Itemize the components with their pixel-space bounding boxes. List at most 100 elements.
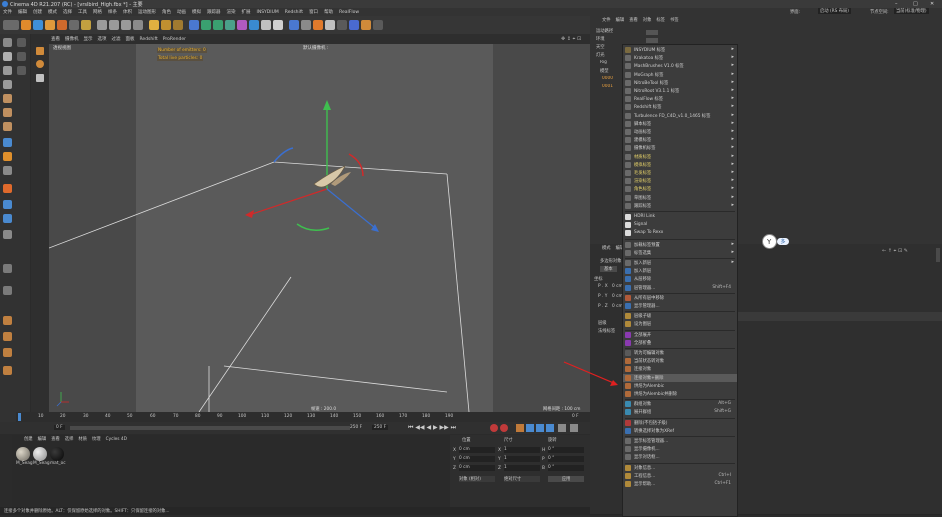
render-view-icon[interactable] [149,20,159,30]
menu-select[interactable]: 选择 [63,9,72,15]
workplane-icon[interactable] [3,80,12,89]
viewport-menu-redshift[interactable]: Redshift [140,37,158,42]
magnet-icon[interactable] [3,214,12,223]
settings-icon[interactable] [373,20,383,30]
viewport-menu-cameras[interactable]: 摄像机 [65,36,79,42]
frame-range-slider[interactable] [70,426,350,430]
menu-redshift[interactable]: Redshift [285,10,303,15]
autokey-icon[interactable] [500,424,508,432]
keyframe-icon[interactable] [516,424,524,432]
context-menu-item[interactable]: 草图标签 ▸ [623,194,737,202]
recent-tool-icon[interactable] [69,20,79,30]
cube-icon[interactable] [189,20,199,30]
menu-create[interactable]: 创建 [33,9,42,15]
context-menu-item[interactable]: 摄像机标签 ▸ [623,144,737,152]
context-menu-item[interactable]: 转换选择对象为XRef [623,427,737,435]
object-row[interactable]: 0000 [590,76,622,84]
context-menu-item[interactable]: 脚本标签 ▸ [623,120,737,128]
shading-icon[interactable] [325,20,335,30]
pos-z-field[interactable]: 0 cm [459,465,495,471]
snap-icon[interactable] [3,152,12,161]
context-menu-item[interactable]: 对象信息... [623,464,737,472]
context-menu-item[interactable]: 从层移除 [623,275,737,283]
object-row[interactable]: 0001 [590,84,622,92]
context-menu-item[interactable]: 全部折叠 [623,339,737,347]
menu-simulate[interactable]: 模拟 [192,9,201,15]
menu-insydium[interactable]: INSYDIUM [257,10,279,15]
context-menu-item[interactable]: 模拟标签 ▸ [623,161,737,169]
obj-menu-edit[interactable]: 编辑 [616,17,625,23]
joint-icon[interactable] [3,348,12,357]
context-menu-item[interactable]: 显示对话框... [623,453,737,461]
emitter-icon[interactable] [361,20,371,30]
coord-system-icon[interactable] [133,20,143,30]
size-x-field[interactable]: 1 [504,447,540,453]
viewport-menu-prorender[interactable]: ProRender [163,37,186,42]
playback-buttons[interactable]: ⏮ ◀◀ ◀ ▶ ▶▶ ⏭ [408,424,456,432]
layout-dropdown[interactable]: 启动 (RS 布局) [818,8,851,14]
attr-tab-basic[interactable]: 基本 [600,266,617,272]
menu-tracker[interactable]: 跟踪器 [207,9,221,15]
transform-icon[interactable] [81,20,91,30]
context-menu-item[interactable]: 删除(不包括子级) [623,419,737,427]
sculpt-icon[interactable] [3,200,12,209]
context-menu-item[interactable]: Signal [623,221,737,229]
range-end-field[interactable]: 250 F [350,425,362,430]
close-button[interactable]: ✕ [930,1,934,7]
mat-menu-edit[interactable]: 编辑 [38,436,47,442]
keyframe-rot-icon[interactable] [546,424,554,432]
mat-menu-view[interactable]: 查看 [51,436,60,442]
viewport-menu-panel[interactable]: 面板 [126,36,135,42]
mat-menu-select[interactable]: 选择 [65,436,74,442]
object-tag-icon[interactable] [646,30,658,35]
points-mode-icon[interactable] [3,94,12,103]
rot-b-field[interactable]: 0 ° [548,465,584,471]
material-item[interactable]: M_Seag [33,447,50,466]
left-tool-b1-icon[interactable] [17,38,26,47]
light-icon[interactable] [273,20,283,30]
ik-icon[interactable] [3,366,12,375]
size-y-field[interactable]: 1 [504,456,540,462]
object-row[interactable]: 运动路径 [590,28,622,36]
y-axis-icon[interactable] [109,20,119,30]
material-item[interactable]: mat_oc [50,447,66,466]
pyro-icon[interactable] [313,20,323,30]
viewport-nav-icons[interactable]: ✥ ↕ ⌖ ⊡ [561,36,581,42]
menu-character[interactable]: 角色 [162,9,171,15]
current-frame-field[interactable]: 0 F [54,425,65,430]
context-menu-item[interactable]: 加入新层 ▸ [623,259,737,267]
context-menu-item[interactable]: 展开群组 Shift+G [623,408,737,416]
x-axis-icon[interactable] [97,20,107,30]
timeline-settings-icon[interactable] [558,424,566,432]
axis-icon[interactable] [3,166,12,175]
menu-mograph[interactable]: 运动图形 [138,9,156,15]
brush-icon[interactable] [3,184,12,193]
rot-p-field[interactable]: 0 ° [548,456,584,462]
context-menu-item[interactable]: 加入新层 [623,267,737,275]
size-mode-dropdown[interactable]: 绝对尺寸 [504,476,540,482]
viewport-menu-filter[interactable]: 过滤 [112,36,121,42]
maximize-button[interactable]: □ [913,1,918,7]
context-menu-item[interactable]: Krakatoa 标签 ▸ [623,54,737,62]
extrude-icon[interactable] [3,264,12,273]
menu-mesh[interactable]: 网格 [93,9,102,15]
left-tool-b3-icon[interactable] [17,66,26,75]
viewport[interactable]: 透视视图 默认摄像机 : Number of emitters: 0 Total… [49,44,590,412]
pos-y-field[interactable]: 0 cm [459,456,495,462]
context-menu-item[interactable]: 显示管理器... [623,302,737,310]
menu-animation[interactable]: 动画 [177,9,186,15]
menu-realflow[interactable]: RealFlow [339,10,359,15]
context-menu-item[interactable]: 加载标签预置 ▸ [623,241,737,249]
attr-section-normals[interactable]: 法线标签 [598,328,615,334]
attr-section-hierarchy[interactable]: 层级 [598,320,607,326]
keyframe-scale-icon[interactable] [536,424,544,432]
attr-scrollbar[interactable] [936,248,940,262]
pen-icon[interactable] [201,20,211,30]
viewport-menu-display[interactable]: 显示 [84,36,93,42]
attr-nav-icons[interactable]: ← ↑ ⌖ ⊡ ✎ [882,248,908,254]
deformer-icon[interactable] [237,20,247,30]
pos-x-field[interactable]: 0 cm [459,447,495,453]
menu-extensions[interactable]: 扩展 [242,9,251,15]
menu-tools[interactable]: 工具 [78,9,87,15]
object-tag-icon[interactable] [646,38,658,43]
